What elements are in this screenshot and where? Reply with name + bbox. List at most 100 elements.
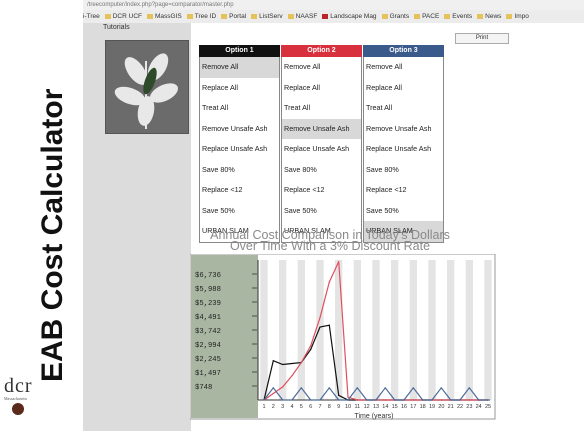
data-point [338, 399, 340, 401]
x-tick-label: 9 [337, 404, 340, 410]
data-point [459, 399, 461, 401]
slide-title: EAB Cost Calculator [0, 20, 82, 395]
option-item[interactable]: Save 50% [281, 200, 362, 221]
y-tick-label: $1,497 [195, 370, 221, 378]
data-point [272, 392, 274, 395]
option-item[interactable]: Save 50% [363, 200, 444, 221]
star-icon [221, 14, 228, 19]
option-item[interactable]: Treat All [199, 98, 280, 119]
bookmark-label: ListServ [259, 13, 283, 20]
option-item[interactable]: Replace <12 [281, 180, 362, 201]
ash-leaf-icon [114, 53, 179, 129]
option-item[interactable]: Replace Unsafe Ash [281, 139, 362, 160]
y-tick-label: $6,736 [195, 272, 221, 280]
chart-subtitle: Over Time With a 3% Discount Rate [229, 239, 431, 253]
data-point [468, 399, 470, 401]
bookmark-item[interactable]: Portal [221, 13, 246, 20]
grid-band [372, 260, 380, 400]
x-tick-label: 20 [438, 404, 444, 410]
data-point [440, 387, 442, 389]
print-button[interactable]: Print [455, 33, 509, 44]
red-icon [322, 14, 329, 19]
bookmark-item[interactable]: DCR UCF [104, 13, 142, 20]
web-icon [146, 14, 153, 19]
data-point [263, 399, 265, 401]
x-tick-label: 5 [300, 404, 303, 410]
bookmark-item[interactable]: Tree ID [186, 13, 216, 20]
option-item[interactable]: Replace Unsafe Ash [363, 139, 444, 160]
option-item[interactable]: Replace All [199, 77, 280, 98]
data-point [328, 324, 330, 326]
grid-band [316, 260, 324, 400]
option-item[interactable]: Remove All [199, 57, 280, 78]
dcr-logo-text: dcr [4, 375, 33, 397]
option-column: Option 2 Remove All Replace All Treat All Re… [281, 45, 362, 243]
option-item[interactable]: Replace All [281, 77, 362, 98]
x-tick-label: 19 [429, 404, 435, 410]
bookmark-item[interactable]: Grants [381, 13, 409, 20]
data-point [319, 317, 321, 319]
bookmark-item[interactable]: ListServ [251, 13, 283, 20]
y-tick-label: $3,742 [195, 328, 221, 336]
data-point [338, 394, 340, 396]
bookmark-item[interactable]: MassGIS [146, 13, 182, 20]
bookmark-item[interactable]: PACE [414, 13, 439, 20]
folder-icon [186, 14, 193, 19]
x-tick-label: 3 [281, 404, 284, 410]
data-point [310, 399, 312, 401]
bookmark-item[interactable]: Impo [506, 13, 529, 20]
bookmarks-bar: i-Tree DCR UCF MassGIS Tree ID Portal ListSer… [83, 10, 584, 24]
x-tick-label: 16 [401, 404, 407, 410]
x-tick-label: 17 [410, 404, 416, 410]
y-tick-label: $2,245 [195, 356, 221, 364]
x-tick-label: 1 [262, 404, 265, 410]
dcr-seal-icon [12, 403, 24, 415]
bookmark-item[interactable]: Landscape Mag [322, 13, 377, 20]
option-item[interactable]: Remove All [281, 57, 362, 78]
option-header: Option 3 [363, 45, 444, 57]
folder-icon [506, 14, 513, 19]
data-point [328, 281, 330, 283]
option-item[interactable]: Replace Unsafe Ash [199, 139, 280, 160]
option-item[interactable]: Remove Unsafe Ash [363, 118, 444, 139]
x-tick-label: 25 [485, 404, 491, 410]
option-item[interactable]: Replace <12 [199, 180, 280, 201]
bookmark-label: Portal [229, 13, 247, 20]
option-item[interactable]: Remove Unsafe Ash [281, 118, 362, 139]
bookmark-label: MassGIS [154, 13, 182, 20]
doc-icon [287, 14, 294, 19]
option-item[interactable]: Save 80% [363, 159, 444, 180]
option-item[interactable]: Remove Unsafe Ash [199, 118, 280, 139]
bookmark-label: PACE [422, 13, 440, 20]
option-item[interactable]: Remove All [363, 57, 444, 78]
option-item[interactable]: Save 80% [199, 159, 280, 180]
web-icon [251, 14, 258, 19]
x-tick-label: 6 [309, 404, 312, 410]
folder-icon [477, 14, 484, 19]
bookmark-item[interactable]: i-Tree [83, 13, 100, 20]
bookmark-item[interactable]: Events [444, 13, 472, 20]
dcr-logo-subtext: Massachusetts [4, 396, 28, 401]
data-point [300, 361, 302, 364]
data-point [347, 399, 349, 401]
data-point [328, 387, 330, 389]
cost-chart: $748 $1,497 $2,245 $2,994 $3,742 $4,491 $5,239… [189, 253, 496, 431]
bookmark-item[interactable]: News [477, 13, 501, 20]
x-tick-label: 2 [272, 404, 275, 410]
x-tick-label: 8 [328, 404, 331, 410]
ash-leaf-image [105, 40, 189, 134]
option-item[interactable]: Save 80% [281, 159, 362, 180]
data-point [412, 387, 414, 389]
option-item[interactable]: Treat All [363, 98, 444, 119]
data-point [282, 399, 284, 401]
address-bar[interactable]: /treecomputer/index.php?page=comparator/… [83, 0, 584, 10]
bookmark-item[interactable]: NAASF [287, 13, 317, 20]
option-item[interactable]: Treat All [281, 98, 362, 119]
tutorials-link[interactable]: Tutorials [103, 24, 130, 31]
bookmark-label: i-Tree [83, 13, 100, 20]
data-point [450, 399, 452, 401]
option-item[interactable]: Replace <12 [363, 180, 444, 201]
option-item[interactable]: Save 50% [199, 200, 280, 221]
x-tick-label: 13 [373, 404, 379, 410]
option-item[interactable]: Replace All [363, 77, 444, 98]
